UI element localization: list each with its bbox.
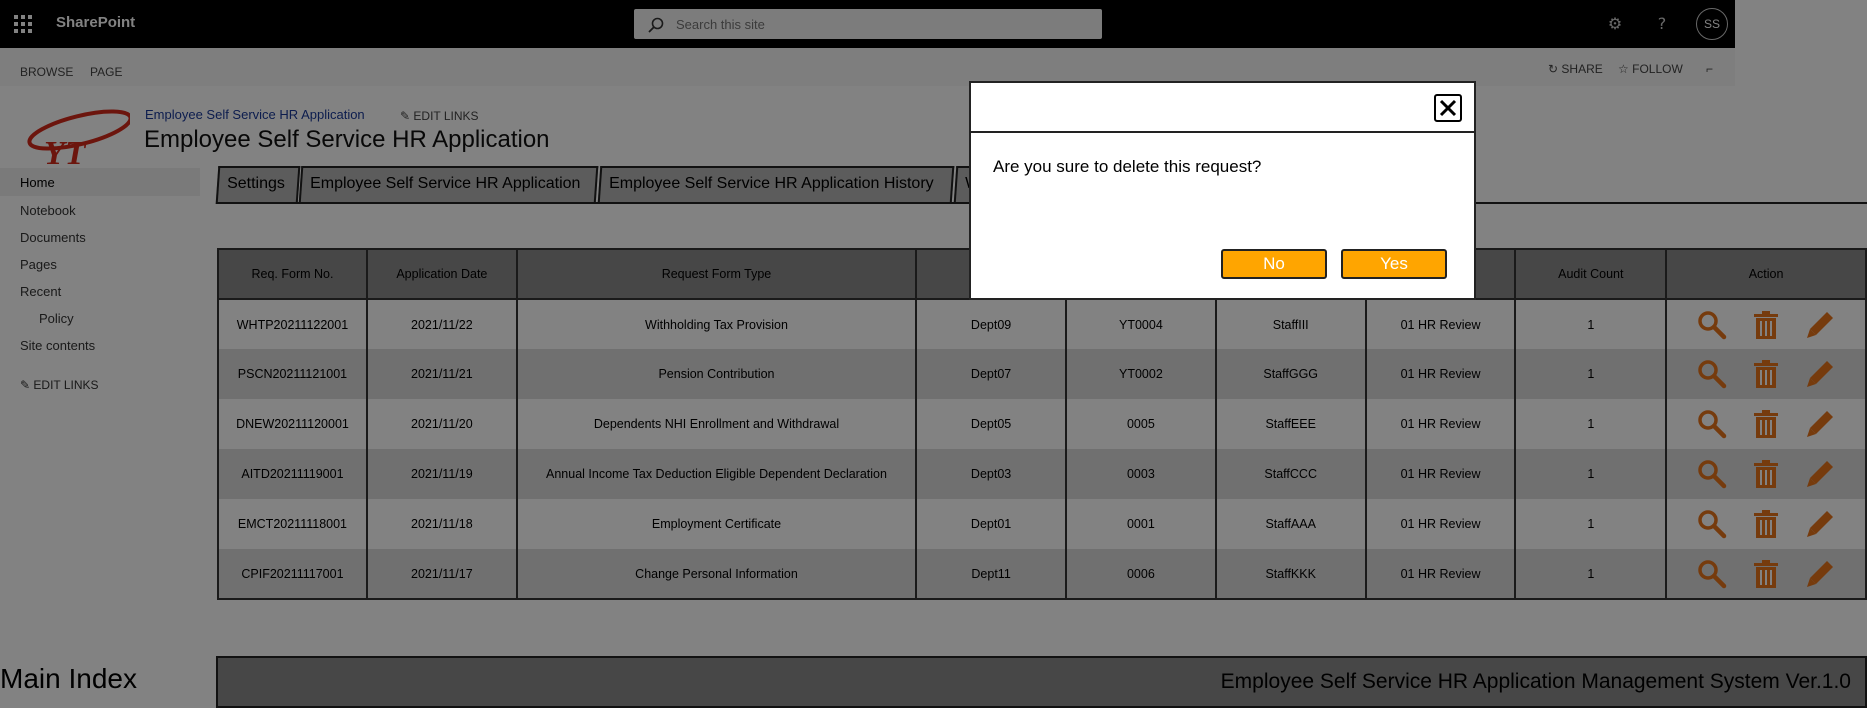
dialog-header [971, 83, 1474, 133]
confirm-delete-dialog: Are you sure to delete this request? No … [969, 81, 1476, 300]
no-button[interactable]: No [1221, 249, 1327, 279]
modal-overlay[interactable] [0, 0, 1867, 708]
dialog-message: Are you sure to delete this request? [993, 157, 1262, 176]
yes-button[interactable]: Yes [1341, 249, 1447, 279]
close-icon[interactable] [1434, 94, 1462, 122]
